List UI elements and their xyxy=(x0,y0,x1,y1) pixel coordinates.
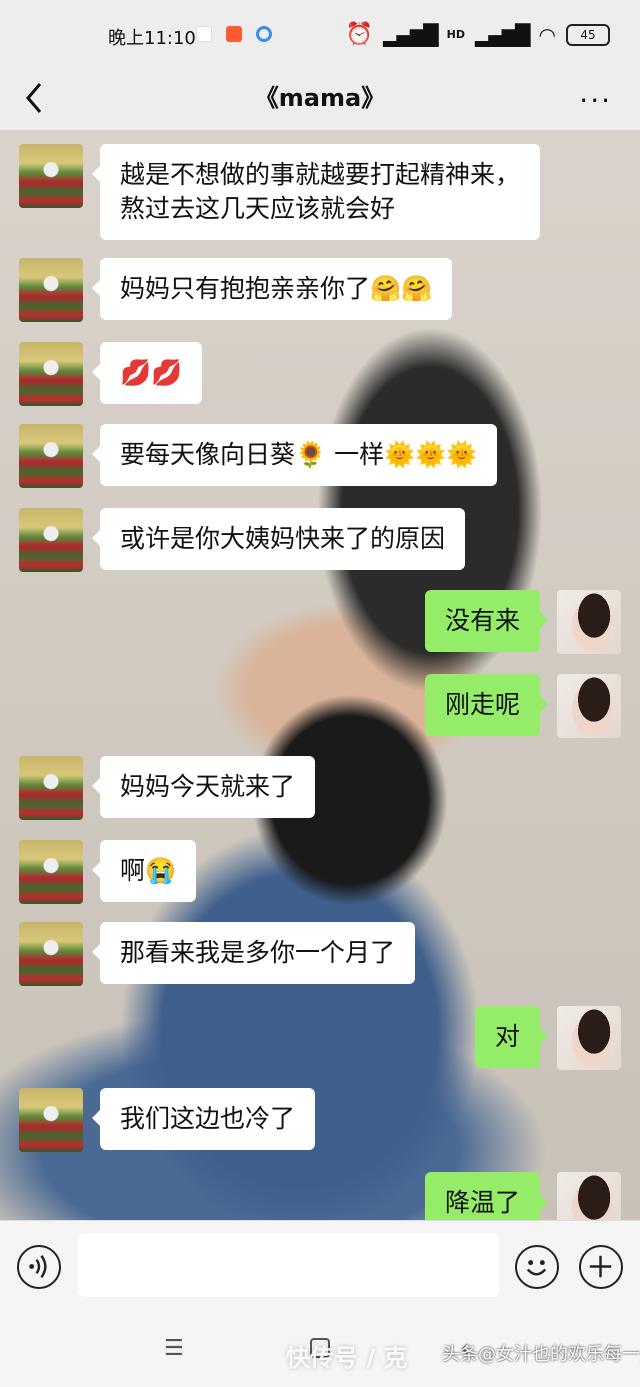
my-avatar[interactable] xyxy=(557,590,621,654)
message-bubble[interactable]: 💋💋 xyxy=(91,342,203,404)
system-navigation-bar: ☰ ‹ 快传号 / 克 头条@女汁也的欢乐每一天 xyxy=(0,1310,640,1387)
message-bubble[interactable]: 我们这边也冷了 xyxy=(91,1088,316,1150)
voice-input-button[interactable] xyxy=(17,1245,61,1289)
message-input[interactable] xyxy=(78,1233,499,1297)
message-text: 那看来我是多你一个月了 xyxy=(120,938,396,967)
battery-icon: 45 xyxy=(566,23,610,46)
contact-avatar[interactable] xyxy=(19,424,83,488)
message-bubble[interactable]: 没有来 xyxy=(424,590,549,652)
message-text: 啊😭 xyxy=(120,856,177,885)
contact-avatar[interactable] xyxy=(19,342,83,406)
my-avatar[interactable] xyxy=(557,1006,621,1070)
message-input-bar xyxy=(0,1220,640,1310)
my-avatar[interactable] xyxy=(557,1172,621,1220)
wifi-icon: ◠ xyxy=(538,22,556,47)
emoji-button[interactable] xyxy=(515,1245,559,1289)
shopping-app-icon xyxy=(226,26,242,42)
message-text: 妈妈今天就来了 xyxy=(120,772,296,801)
contact-avatar[interactable] xyxy=(19,508,83,572)
status-time: 晚上11:10 xyxy=(108,28,196,49)
message-text: 我们这边也冷了 xyxy=(120,1104,296,1133)
alarm-icon: ⏰ xyxy=(345,22,374,47)
contact-avatar[interactable] xyxy=(19,840,83,904)
message-bubble[interactable]: 妈妈只有抱抱亲亲你了🤗🤗 xyxy=(91,258,453,320)
message-text: 降温了 xyxy=(444,1188,520,1217)
message-text: 没有来 xyxy=(444,606,520,635)
message-bubble[interactable]: 刚走呢 xyxy=(424,674,549,736)
watermark-credit: 头条@女汁也的欢乐每一天 xyxy=(442,1344,640,1365)
signal-2-icon: ▂▄▆█ xyxy=(475,22,531,47)
chat-header: 《mama》 ··· xyxy=(0,66,640,130)
watermark: 快传号 / 克 xyxy=(286,1344,408,1372)
plus-icon xyxy=(589,1255,612,1278)
contact-avatar[interactable] xyxy=(19,922,83,986)
chat-message-list[interactable]: 越是不想做的事就越要打起精神来，熬过去这几天应该就会好 妈妈只有抱抱亲亲你了🤗🤗… xyxy=(0,130,640,1220)
contact-avatar[interactable] xyxy=(19,258,83,322)
video-app-icon xyxy=(196,26,212,42)
message-bubble[interactable]: 降温了 xyxy=(424,1172,549,1220)
more-options-icon[interactable]: ··· xyxy=(579,84,612,117)
browser-app-icon xyxy=(256,26,272,42)
message-bubble[interactable]: 那看来我是多你一个月了 xyxy=(91,922,416,984)
menu-key-icon[interactable]: ☰ xyxy=(164,1336,184,1361)
contact-avatar[interactable] xyxy=(19,1088,83,1152)
signal-icon: ▂▄▆█ xyxy=(383,22,439,47)
message-bubble[interactable]: 啊😭 xyxy=(91,840,197,902)
status-bar: 晚上11:10 ⏰ ▂▄▆█ HD ▂▄▆█ ◠ 45 xyxy=(0,0,640,66)
my-avatar[interactable] xyxy=(557,674,621,738)
network-label: HD xyxy=(446,28,466,41)
message-text: 💋💋 xyxy=(120,358,183,387)
contact-avatar[interactable] xyxy=(19,144,83,208)
message-text: 妈妈只有抱抱亲亲你了🤗🤗 xyxy=(120,274,433,303)
message-text: 越是不想做的事就越要打起精神来，熬过去这几天应该就会好 xyxy=(120,160,521,223)
message-bubble[interactable]: 越是不想做的事就越要打起精神来，熬过去这几天应该就会好 xyxy=(92,144,540,240)
status-indicators: ⏰ ▂▄▆█ HD ▂▄▆█ ◠ 45 xyxy=(346,22,610,47)
chat-title: 《mama》 xyxy=(254,84,386,112)
smiley-icon xyxy=(526,1260,547,1276)
message-text: 刚走呢 xyxy=(444,690,520,719)
more-functions-button[interactable] xyxy=(579,1245,623,1289)
message-bubble[interactable]: 或许是你大姨妈快来了的原因 xyxy=(91,508,466,570)
voice-icon xyxy=(29,1255,47,1278)
message-bubble[interactable]: 对 xyxy=(474,1006,549,1068)
message-bubble[interactable]: 要每天像向日葵🌻 一样🌞🌞🌞 xyxy=(91,424,498,486)
contact-avatar[interactable] xyxy=(19,756,83,820)
message-text: 或许是你大姨妈快来了的原因 xyxy=(120,524,446,553)
message-text: 要每天像向日葵🌻 一样🌞🌞🌞 xyxy=(120,440,478,469)
message-bubble[interactable]: 妈妈今天就来了 xyxy=(91,756,316,818)
message-text: 对 xyxy=(494,1022,520,1051)
